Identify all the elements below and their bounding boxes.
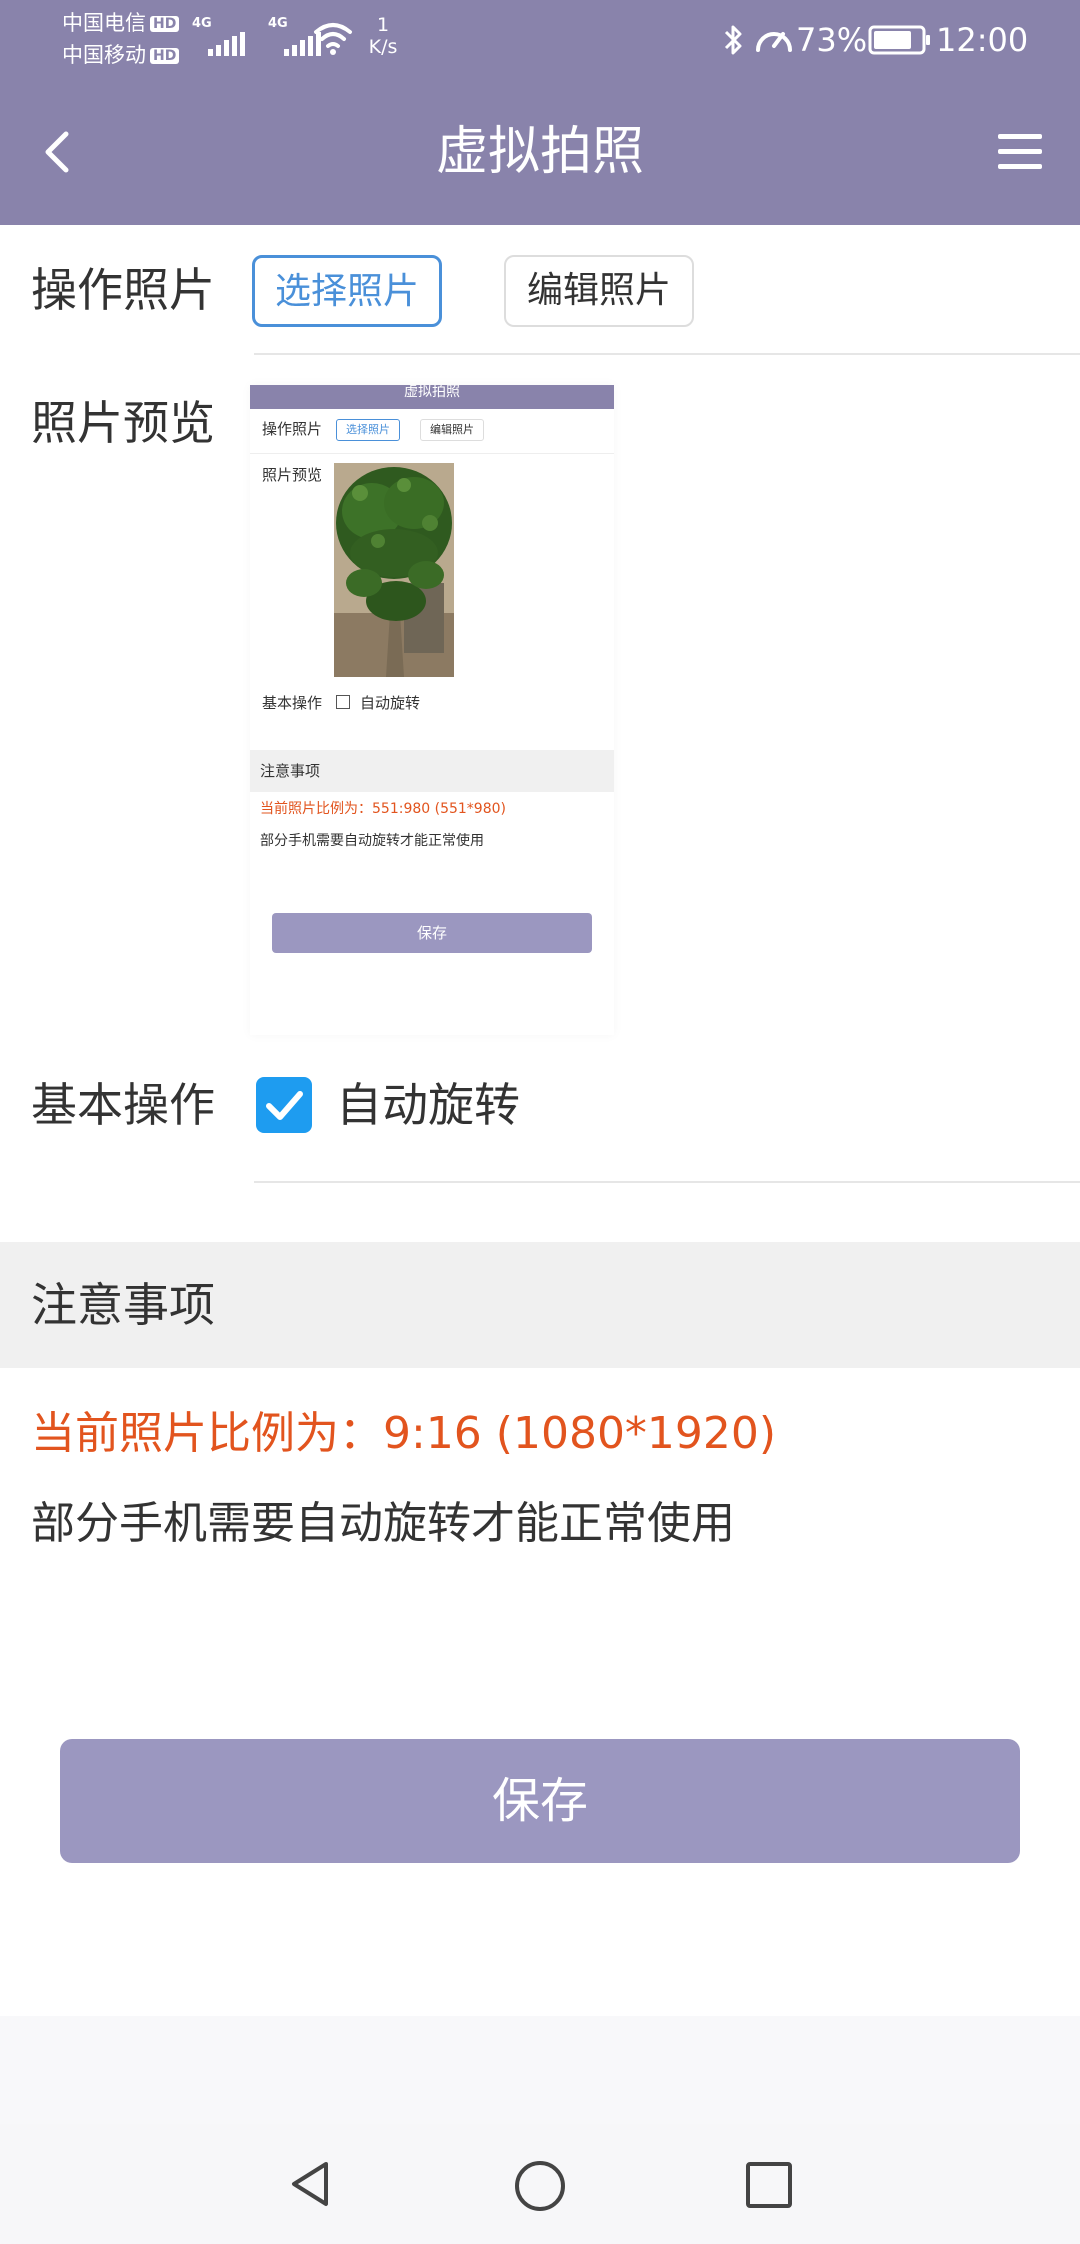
back-arrow-icon[interactable]: [30, 122, 90, 182]
auto-rotate-label[interactable]: 自动旋转: [336, 1075, 520, 1135]
carrier-1: 中国电信 HD: [62, 8, 180, 38]
page-title: 虚拟拍照: [435, 122, 644, 182]
thumb-basic-label: 基本操作: [262, 694, 323, 712]
thumb-divider: [250, 453, 614, 454]
signal-1-icon: 4G: [192, 16, 245, 56]
thumb-app-bar: 虚拟拍照: [250, 385, 614, 409]
network-type-label: 4G: [268, 16, 288, 31]
photo-preview[interactable]: 虚拟拍照 操作照片 选择照片 编辑照片 照片预览 基本操作 自动旋转 注意事项 …: [250, 385, 614, 1035]
wifi-icon: [314, 23, 352, 55]
nav-back-icon[interactable]: [284, 2158, 336, 2210]
notice-header: 注意事项: [0, 1242, 1080, 1368]
thumb-ratio-text: 当前照片比例为：551:980 (551*980): [260, 801, 506, 817]
thumb-title: 虚拟拍照: [404, 385, 460, 400]
thumb-checkbox: [336, 695, 350, 709]
network-type-label: 4G: [192, 16, 212, 31]
thumb-rotate-label: 自动旋转: [360, 694, 421, 712]
blank-area: [0, 2016, 1080, 2124]
clock: 12:00: [936, 21, 1029, 59]
nav-home-icon[interactable]: [512, 2158, 568, 2214]
network-speed: 1 K/s: [360, 14, 406, 58]
ratio-text: 当前照片比例为：9:16 (1080*1920): [31, 1408, 777, 1459]
thumb-save-button: 保存: [272, 913, 592, 953]
speed-unit: K/s: [368, 36, 398, 58]
thumb-notice-title: 注意事项: [260, 762, 321, 780]
tree-photo: [334, 463, 454, 677]
thumb-preview-label: 照片预览: [262, 466, 323, 484]
status-bar: 中国电信 HD 中国移动 HD 4G 4G 1 K/s 73% 12:00: [0, 0, 1080, 80]
select-photo-button[interactable]: 选择照片: [252, 255, 442, 327]
speed-value: 1: [376, 14, 390, 36]
divider: [254, 353, 1080, 355]
checkmark-icon: [266, 1091, 303, 1120]
hd-badge: HD: [150, 48, 180, 64]
carrier-2-label: 中国移动: [62, 43, 146, 67]
hamburger-menu-icon[interactable]: [990, 124, 1050, 180]
thumb-ops-label: 操作照片: [262, 420, 323, 438]
carrier-1-label: 中国电信: [62, 11, 146, 35]
thumb-select-button: 选择照片: [336, 419, 400, 441]
nav-recents-icon[interactable]: [744, 2160, 794, 2210]
battery-icon: [868, 25, 930, 55]
speedometer-icon: [756, 32, 792, 52]
system-nav-bar: [0, 2124, 1080, 2244]
thumb-edit-button: 编辑照片: [420, 419, 484, 441]
notice-title: 注意事项: [31, 1278, 215, 1332]
basic-ops-label: 基本操作: [31, 1078, 215, 1132]
bluetooth-icon: [724, 25, 742, 55]
battery-percent: 73%: [796, 21, 868, 59]
preview-label: 照片预览: [31, 396, 215, 450]
hd-badge: HD: [150, 16, 180, 32]
photo-ops-label: 操作照片: [31, 263, 215, 317]
thumb-notice-bar: 注意事项: [250, 750, 614, 792]
rotate-tip-text: 部分手机需要自动旋转才能正常使用: [31, 1498, 735, 1549]
auto-rotate-checkbox[interactable]: [256, 1077, 312, 1133]
carrier-2: 中国移动 HD: [62, 40, 180, 70]
divider: [254, 1181, 1080, 1183]
app-bar: 虚拟拍照: [0, 80, 1080, 225]
thumb-tip-text: 部分手机需要自动旋转才能正常使用: [260, 833, 484, 849]
save-button[interactable]: 保存: [60, 1739, 1020, 1863]
edit-photo-button[interactable]: 编辑照片: [504, 255, 694, 327]
